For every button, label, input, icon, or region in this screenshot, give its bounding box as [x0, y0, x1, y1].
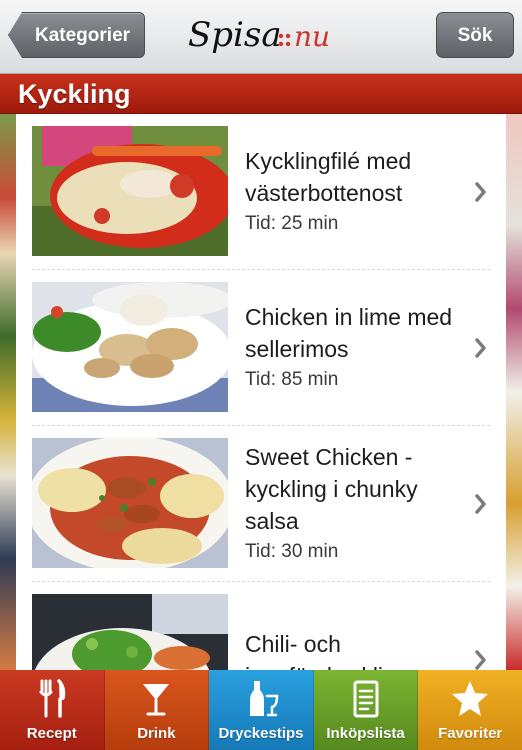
chevron-right-icon — [475, 650, 486, 670]
shopping-list-icon — [353, 680, 379, 718]
fork-knife-icon — [39, 679, 66, 718]
recipe-thumbnail — [32, 438, 228, 568]
spisa-logo: Spisa nu — [188, 15, 330, 55]
back-button-categories[interactable]: Kategorier — [8, 12, 146, 58]
recipe-thumbnail — [32, 594, 228, 670]
back-button-label: Kategorier — [35, 25, 131, 46]
tab-label: Drink — [137, 725, 176, 742]
recipe-thumbnail — [32, 282, 228, 412]
background-food-photo-right — [506, 114, 522, 670]
search-button[interactable]: Sök — [436, 12, 514, 58]
recipe-row[interactable]: Chili- och ingefärskyckling — [16, 582, 506, 670]
recipe-text: Chicken in lime med sellerimos Tid: 85 m… — [245, 270, 465, 426]
recipe-row[interactable]: Sweet Chicken - kyckling i chunky salsa … — [16, 426, 506, 582]
tab-inkopslista[interactable]: Inköpslista — [313, 670, 419, 750]
tab-favoriter[interactable]: Favoriter — [418, 670, 522, 750]
chevron-right-icon — [475, 494, 486, 514]
tab-bar: Recept Drink Dryckestips Inköpslista Fav… — [0, 670, 522, 750]
tab-label: Inköpslista — [326, 725, 405, 742]
star-icon — [452, 681, 489, 716]
chevron-right-icon — [475, 338, 486, 358]
recipe-time: Tid: 25 min — [245, 213, 339, 234]
tab-label: Favoriter — [438, 725, 503, 742]
recipe-text: Kycklingfilé med västerbottenost Tid: 25… — [245, 114, 465, 270]
category-header: Kyckling — [0, 74, 522, 114]
recipe-title: Kycklingfilé med västerbottenost — [245, 148, 412, 206]
svg-text:nu: nu — [294, 20, 330, 53]
recipe-title: Sweet Chicken - kyckling i chunky salsa — [245, 444, 418, 534]
category-title: Kyckling — [18, 79, 131, 109]
navigation-bar: Kategorier Spisa nu Sök — [0, 0, 522, 74]
tab-label: Recept — [26, 725, 77, 742]
recipe-text: Chili- och ingefärskyckling — [245, 582, 465, 670]
recipe-row[interactable]: Chicken in lime med sellerimos Tid: 85 m… — [16, 270, 506, 426]
recipe-title: Chicken in lime med sellerimos — [245, 304, 453, 362]
cocktail-glass-icon — [143, 684, 170, 716]
background-food-photo-left — [0, 114, 16, 670]
recipe-time: Tid: 30 min — [245, 541, 339, 562]
tab-dryckestips[interactable]: Dryckestips — [209, 670, 314, 750]
search-button-label: Sök — [457, 25, 493, 46]
recipe-time: Tid: 85 min — [245, 369, 339, 390]
svg-text:Spisa: Spisa — [188, 15, 282, 55]
tab-drink[interactable]: Drink — [104, 670, 210, 750]
recipe-thumbnail — [32, 126, 228, 256]
tab-label: Dryckestips — [218, 725, 304, 742]
recipe-row[interactable]: Kycklingfilé med västerbottenost Tid: 25… — [16, 114, 506, 270]
recipe-text: Sweet Chicken - kyckling i chunky salsa … — [245, 426, 465, 582]
bottle-glass-icon — [249, 681, 279, 717]
recipe-title: Chili- och ingefärskyckling — [245, 631, 409, 670]
tab-recept[interactable]: Recept — [0, 670, 105, 750]
chevron-right-icon — [475, 182, 486, 202]
recipe-list[interactable]: Kycklingfilé med västerbottenost Tid: 25… — [16, 114, 506, 670]
